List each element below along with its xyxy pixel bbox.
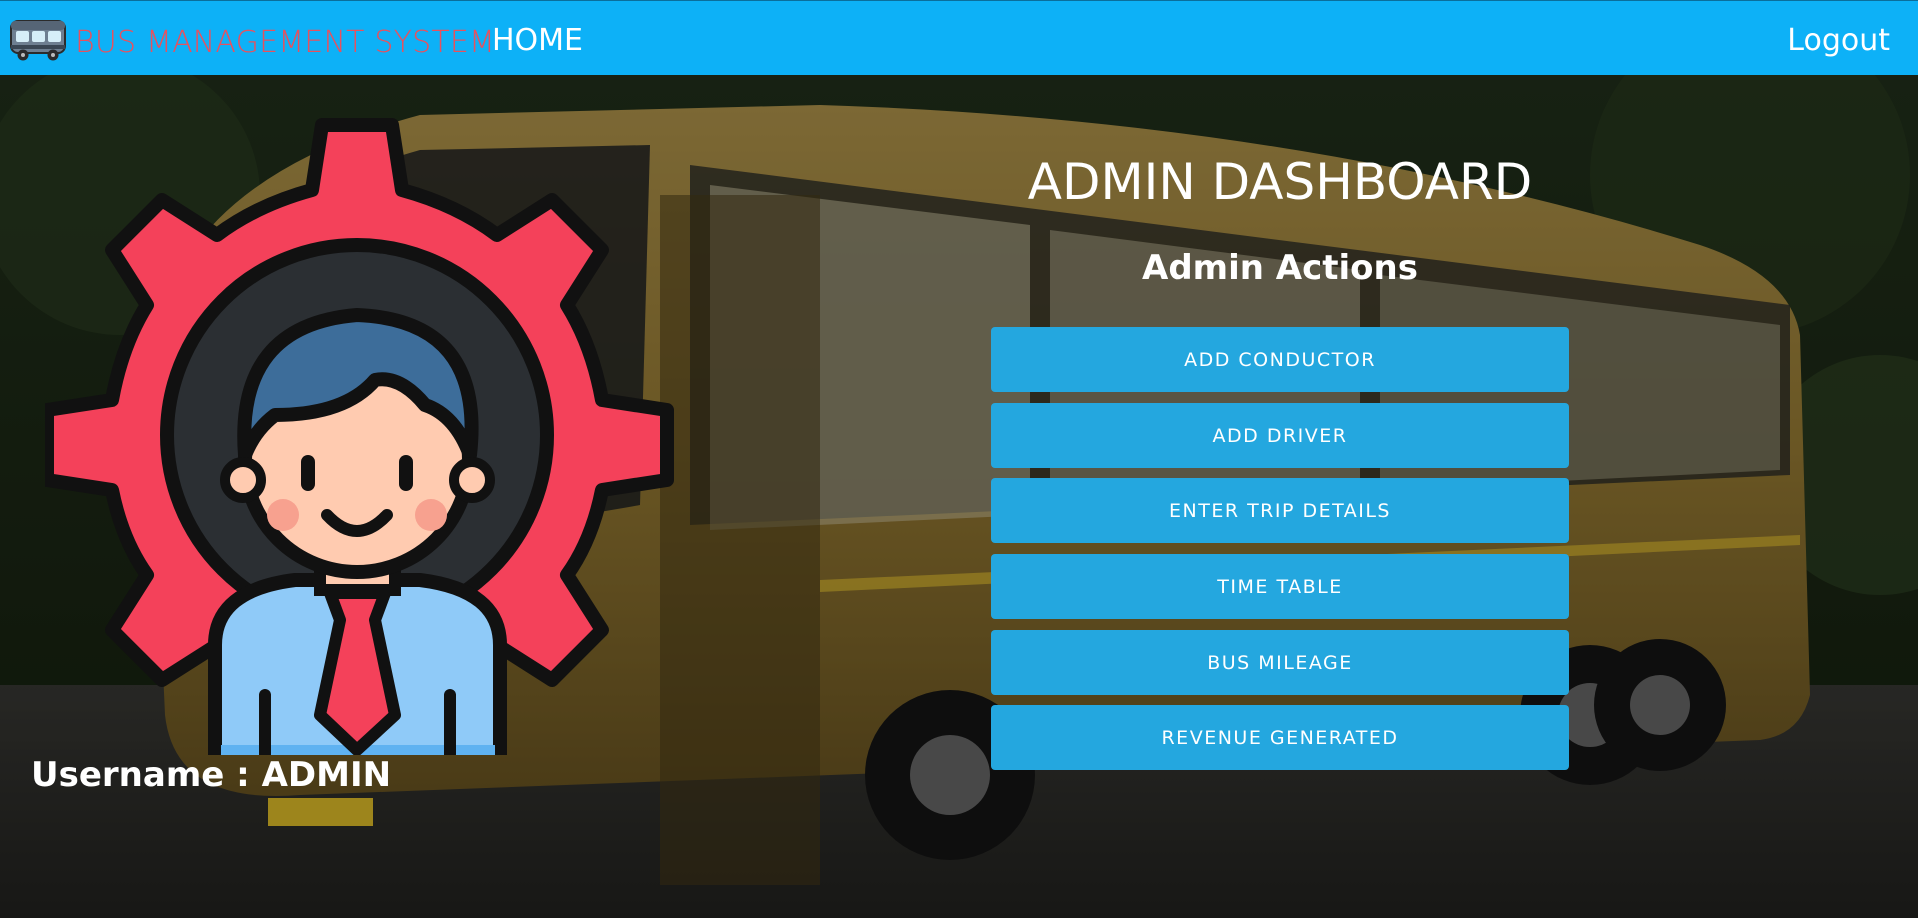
page-title: ADMIN DASHBOARD bbox=[1027, 153, 1533, 211]
section-subtitle: Admin Actions bbox=[1142, 248, 1418, 288]
enter-trip-details-button[interactable]: ENTER TRIP DETAILS bbox=[991, 478, 1569, 544]
hero-section: Username : ADMIN ADMIN DASHBOARD Admin A… bbox=[0, 75, 1918, 918]
brand-title: BUS MANAGEMENT SYSTEM bbox=[75, 25, 496, 60]
username-label: Username : ADMIN bbox=[31, 755, 392, 795]
add-driver-button[interactable]: ADD DRIVER bbox=[991, 402, 1569, 468]
add-conductor-button[interactable]: ADD CONDUCTOR bbox=[991, 327, 1569, 392]
admin-actions-list: ADD CONDUCTOR ADD DRIVER ENTER TRIP DETA… bbox=[991, 327, 1569, 781]
bus-icon bbox=[9, 18, 67, 67]
brand[interactable]: BUS MANAGEMENT SYSTEM bbox=[9, 18, 495, 67]
admin-gear-avatar-icon bbox=[40, 115, 675, 782]
revenue-generated-button[interactable]: REVENUE GENERATED bbox=[991, 705, 1569, 771]
top-navbar: BUS MANAGEMENT SYSTEM HOME Logout bbox=[0, 0, 1918, 75]
logout-link[interactable]: Logout bbox=[1787, 23, 1890, 58]
nav-home-link[interactable]: HOME bbox=[492, 23, 583, 58]
bus-mileage-button[interactable]: BUS MILEAGE bbox=[991, 629, 1569, 695]
time-table-button[interactable]: TIME TABLE bbox=[991, 554, 1569, 620]
